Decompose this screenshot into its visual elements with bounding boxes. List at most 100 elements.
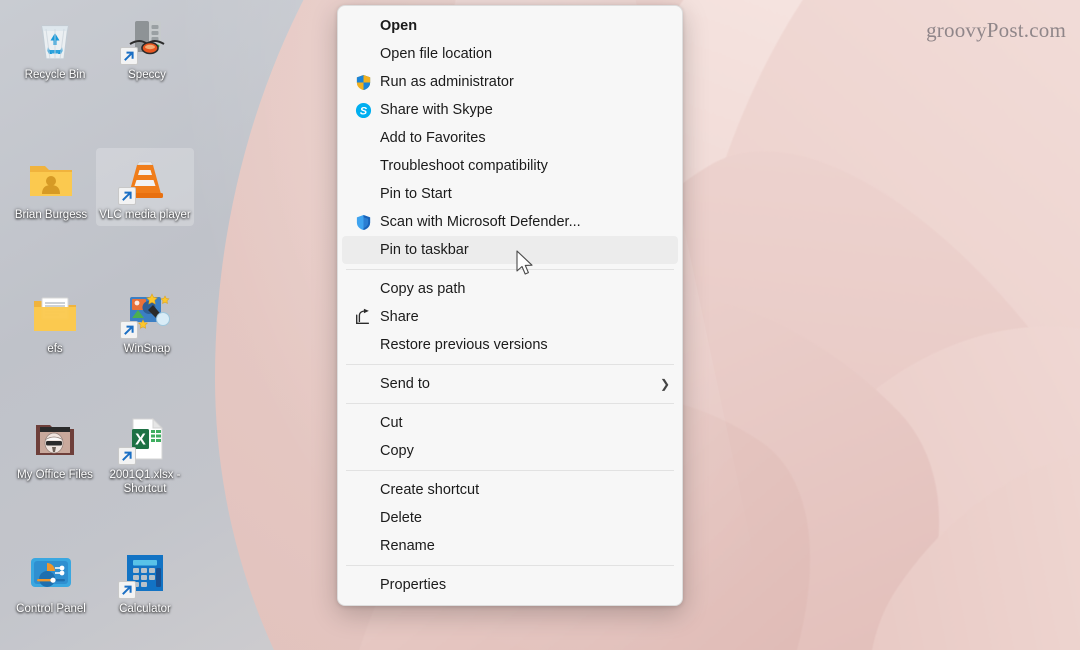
context-menu[interactable]: Open Open file location Run as administr…	[337, 5, 683, 606]
desktop-icon[interactable]: VLC media player	[96, 148, 194, 226]
menu-item-label: Restore previous versions	[380, 337, 548, 353]
menu-separator	[346, 470, 674, 471]
menu-item-label: Share with Skype	[380, 102, 493, 118]
shortcut-arrow-icon	[120, 321, 138, 339]
menu-separator	[346, 565, 674, 566]
desktop-icon[interactable]: My Office Files	[6, 408, 104, 486]
menu-group: Properties	[338, 571, 682, 599]
shortcut-arrow-icon	[118, 187, 136, 205]
menu-item-icon-slot	[350, 335, 376, 355]
defender-shield-icon	[350, 212, 376, 232]
menu-item[interactable]: Share	[342, 303, 678, 331]
desktop-icon-label: Recycle Bin	[24, 69, 86, 81]
menu-item-icon-slot	[350, 184, 376, 204]
mouse-cursor	[516, 250, 533, 275]
svg-text:S: S	[359, 105, 367, 117]
uac-shield-icon	[356, 74, 370, 90]
menu-item-label: Create shortcut	[380, 482, 480, 498]
desktop-icon[interactable]: Recycle Bin	[6, 8, 104, 86]
desktop-icon-label: WinSnap	[123, 343, 171, 355]
menu-item[interactable]: S Share with Skype	[342, 96, 678, 124]
desktop-icon-label: efs	[47, 343, 63, 355]
desktop-icon-label: Control Panel	[16, 603, 86, 615]
menu-group: Open Open file location Run as administr…	[338, 12, 682, 264]
winsnap-icon	[120, 288, 172, 339]
desktop-icon[interactable]: efs	[6, 282, 104, 360]
menu-item-icon-slot	[350, 279, 376, 299]
menu-item[interactable]: Scan with Microsoft Defender...	[342, 208, 678, 236]
menu-item-icon-slot	[350, 128, 376, 148]
uac-shield-icon	[350, 72, 376, 92]
menu-item-label: Scan with Microsoft Defender...	[380, 214, 581, 230]
menu-group: Send to ❯	[338, 370, 682, 398]
vlc-cone-icon	[118, 154, 170, 205]
menu-item-label: Cut	[380, 415, 403, 431]
skype-icon: S	[350, 100, 376, 120]
menu-item-label: Add to Favorites	[380, 130, 486, 146]
menu-item[interactable]: Properties	[342, 571, 678, 599]
document-folder-icon	[30, 288, 80, 338]
user-folder-icon	[26, 154, 76, 204]
menu-item-label: Send to	[380, 376, 430, 392]
menu-item-icon-slot	[350, 156, 376, 176]
menu-group: Copy as path Share Restore previous vers…	[338, 275, 682, 359]
menu-item-label: Pin to Start	[380, 186, 452, 202]
recycle-bin-icon	[30, 14, 80, 64]
menu-item[interactable]: Troubleshoot compatibility	[342, 152, 678, 180]
menu-item[interactable]: Pin to taskbar	[342, 236, 678, 264]
menu-item[interactable]: Rename	[342, 532, 678, 560]
menu-item-label: Copy	[380, 443, 414, 459]
desktop[interactable]: groovyPost.com Recycle Bin Speccy Brian …	[0, 0, 1080, 650]
menu-item-icon-slot	[350, 16, 376, 36]
menu-item[interactable]: Send to ❯	[342, 370, 678, 398]
desktop-icon[interactable]: Control Panel	[2, 542, 100, 620]
watermark: groovyPost.com	[926, 18, 1066, 42]
shortcut-arrow-icon	[120, 47, 138, 65]
menu-item[interactable]: Cut	[342, 409, 678, 437]
desktop-icon[interactable]: Calculator	[96, 542, 194, 620]
menu-item-icon-slot	[350, 575, 376, 595]
defender-shield-icon	[356, 214, 370, 230]
menu-item[interactable]: Pin to Start	[342, 180, 678, 208]
share-icon	[356, 308, 370, 324]
menu-item[interactable]: Add to Favorites	[342, 124, 678, 152]
svg-text:X: X	[135, 432, 146, 449]
menu-item-label: Open	[380, 18, 418, 34]
menu-item-label: Open file location	[380, 46, 493, 62]
menu-item-label: Troubleshoot compatibility	[380, 158, 548, 174]
menu-item[interactable]: Copy as path	[342, 275, 678, 303]
menu-item[interactable]: Create shortcut	[342, 476, 678, 504]
desktop-icon-label: 2001Q1.xlsx - Shortcut	[109, 469, 181, 495]
skype-icon: S	[355, 102, 371, 118]
menu-item[interactable]: Open	[342, 12, 678, 40]
control-panel-icon	[26, 548, 76, 598]
menu-separator	[346, 269, 674, 270]
calculator-icon	[118, 548, 170, 599]
menu-item-label: Delete	[380, 510, 422, 526]
shortcut-arrow-icon	[118, 447, 136, 465]
shortcut-arrow-icon	[118, 581, 136, 599]
desktop-icon[interactable]: Speccy	[98, 8, 196, 86]
menu-item[interactable]: Copy	[342, 437, 678, 465]
menu-item-icon-slot	[350, 536, 376, 556]
menu-item[interactable]: Delete	[342, 504, 678, 532]
desktop-icon[interactable]: X 2001Q1.xlsx - Shortcut	[96, 408, 194, 500]
desktop-icon-label: VLC media player	[99, 209, 191, 221]
menu-item-icon-slot	[350, 480, 376, 500]
desktop-icon-label: My Office Files	[17, 469, 93, 481]
menu-item-icon-slot	[350, 413, 376, 433]
menu-item-label: Rename	[380, 538, 435, 554]
menu-item[interactable]: Restore previous versions	[342, 331, 678, 359]
menu-group: Cut Copy	[338, 409, 682, 465]
menu-item-icon-slot	[350, 240, 376, 260]
menu-item-label: Pin to taskbar	[380, 242, 469, 258]
desktop-icon-label: Speccy	[128, 69, 166, 81]
picture-folder-icon	[30, 414, 80, 464]
desktop-icon[interactable]: Brian Burgess	[2, 148, 100, 226]
menu-item[interactable]: Run as administrator	[342, 68, 678, 96]
menu-separator	[346, 364, 674, 365]
speccy-icon	[120, 14, 172, 65]
menu-item[interactable]: Open file location	[342, 40, 678, 68]
desktop-icon[interactable]: WinSnap	[98, 282, 196, 360]
menu-group: Create shortcut Delete Rename	[338, 476, 682, 560]
